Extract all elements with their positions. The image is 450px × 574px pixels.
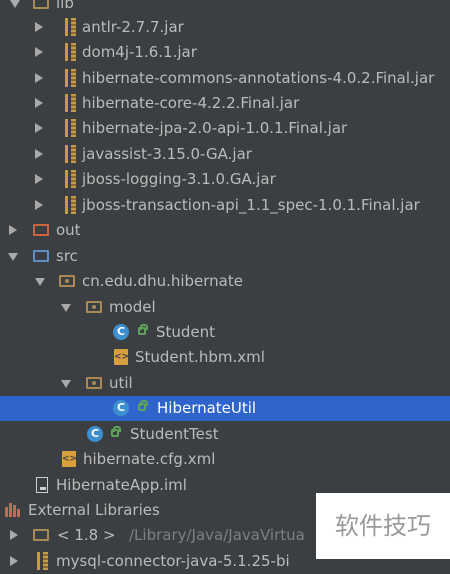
tree-node-label: hibernate.cfg.xml [83,450,216,468]
expand-arrow-icon[interactable] [35,174,43,184]
tree-node-jar[interactable]: dom4j-1.6.1.jar [0,40,450,65]
tree-node-jar[interactable]: jboss-transaction-api_1.1_spec-1.0.1.Fin… [0,193,450,218]
tree-node-label: util [109,374,133,392]
tree-node-label: jboss-transaction-api_1.1_spec-1.0.1.Fin… [82,196,420,214]
jar-icon [36,552,50,570]
tree-node-cfg-xml[interactable]: <> hibernate.cfg.xml [0,447,450,472]
folder-icon [33,250,49,262]
tree-node-package[interactable]: cn.edu.dhu.hibernate [0,269,450,294]
expand-arrow-icon[interactable] [10,530,18,540]
libraries-icon [5,503,21,517]
tree-node-label: HibernateUtil [157,399,257,417]
expand-arrow-icon[interactable] [35,149,43,159]
tree-node-jar[interactable]: antlr-2.7.7.jar [0,15,450,40]
tree-node-student-hbm[interactable]: <> Student.hbm.xml [0,345,450,370]
tree-node-label: External Libraries [28,501,160,519]
lock-icon [138,400,148,411]
tree-node-hibernate-util[interactable]: C HibernateUtil [0,396,450,421]
xml-file-icon: <> [114,349,129,365]
tree-node-label: hibernate-jpa-2.0-api-1.0.1.Final.jar [82,119,348,137]
package-icon [86,301,102,313]
class-icon: C [113,400,129,416]
jar-icon [64,145,78,163]
expand-arrow-icon[interactable] [61,380,71,388]
class-icon: C [113,324,129,340]
jar-icon [64,69,78,87]
tree-node-label: hibernate-commons-annotations-4.0.2.Fina… [82,69,435,87]
tree-node-label: lib [56,0,74,12]
tree-node-student-test[interactable]: C StudentTest [0,422,450,447]
expand-arrow-icon[interactable] [35,98,43,108]
tree-node-label: StudentTest [130,425,219,443]
tree-node-student[interactable]: C Student [0,320,450,345]
tree-node-label: HibernateApp.iml [56,476,187,494]
module-file-icon [36,477,48,493]
jar-icon [64,43,78,61]
tree-node-label: out [56,221,81,239]
tree-node-label: Student [156,323,216,341]
test-class-icon: C [87,426,103,442]
expand-arrow-icon[interactable] [61,304,71,312]
tree-node-label: < 1.8 > [57,526,116,544]
tree-node-label: jboss-logging-3.1.0.GA.jar [82,170,276,188]
tree-node-label: cn.edu.dhu.hibernate [82,272,243,290]
jar-icon [64,196,78,214]
tree-node-label: model [109,298,156,316]
tree-node-label: Student.hbm.xml [135,348,265,366]
tree-node-jar[interactable]: javassist-3.15.0-GA.jar [0,142,450,167]
expand-arrow-icon[interactable] [9,225,17,235]
xml-file-icon: <> [62,451,77,467]
jdk-folder-icon [33,529,49,541]
jar-icon [64,119,78,137]
tree-node-lib[interactable]: lib [0,0,450,16]
tree-node-label: mysql-connector-java-5.1.25-bi [56,552,290,570]
expand-arrow-icon[interactable] [8,253,18,261]
watermark: 软件技巧 [316,493,450,559]
jar-icon [64,170,78,188]
tree-node-model[interactable]: model [0,295,450,320]
tree-node-label: hibernate-core-4.2.2.Final.jar [82,94,300,112]
jdk-path: /Library/Java/JavaVirtua [129,526,305,544]
folder-icon [33,0,49,9]
expand-arrow-icon[interactable] [35,123,43,133]
package-icon [59,275,75,287]
expand-arrow-icon[interactable] [35,47,43,57]
expand-arrow-icon[interactable] [35,278,45,286]
tree-node-jar[interactable]: hibernate-jpa-2.0-api-1.0.1.Final.jar [0,116,450,141]
package-icon [86,377,102,389]
tree-node-jar[interactable]: jboss-logging-3.1.0.GA.jar [0,167,450,192]
tree-node-label: antlr-2.7.7.jar [82,18,184,36]
folder-icon [33,224,49,236]
jar-icon [64,18,78,36]
jar-icon [64,94,78,112]
tree-node-util[interactable]: util [0,371,450,396]
tree-node-jar[interactable]: hibernate-core-4.2.2.Final.jar [0,91,450,116]
lock-icon [138,324,148,335]
tree-node-src[interactable]: src [0,244,450,269]
tree-node-label: src [56,247,78,265]
lock-icon [111,426,121,437]
tree-node-jar[interactable]: hibernate-commons-annotations-4.0.2.Fina… [0,66,450,91]
expand-arrow-icon[interactable] [35,73,43,83]
expand-arrow-icon[interactable] [10,0,20,8]
expand-arrow-icon[interactable] [35,200,43,210]
tree-node-label: javassist-3.15.0-GA.jar [82,145,252,163]
tree-node-label: dom4j-1.6.1.jar [82,43,197,61]
expand-arrow-icon[interactable] [35,22,43,32]
expand-arrow-icon[interactable] [10,556,18,566]
tree-node-out[interactable]: out [0,218,450,243]
